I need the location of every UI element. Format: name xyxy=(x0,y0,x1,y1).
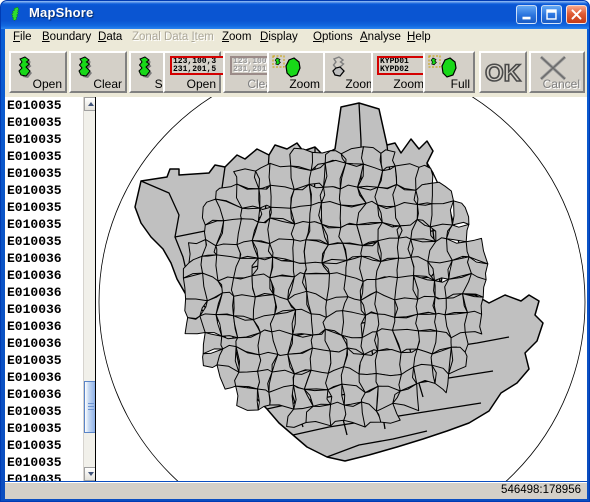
maximize-button[interactable] xyxy=(541,5,562,24)
list-item[interactable]: E010036 xyxy=(5,284,83,301)
list-item[interactable]: E010035 xyxy=(5,114,83,131)
list-item[interactable]: E010036 xyxy=(5,386,83,403)
ok-button[interactable]: OK xyxy=(479,51,527,93)
zone-polygon[interactable] xyxy=(374,349,402,377)
scroll-up-icon[interactable] xyxy=(84,97,95,111)
list-item[interactable]: E010035 xyxy=(5,148,83,165)
window-title: MapShore xyxy=(29,5,94,20)
list-item[interactable]: E010035 xyxy=(5,216,83,233)
zone-polygon[interactable] xyxy=(233,294,256,321)
scroll-down-icon[interactable] xyxy=(84,467,95,481)
menu-item-analyse[interactable]: Analyse xyxy=(359,31,402,46)
zone-polygon[interactable] xyxy=(413,363,436,385)
list-item[interactable]: E010036 xyxy=(5,318,83,335)
list-item[interactable]: E010035 xyxy=(5,233,83,250)
data-open-label: Open xyxy=(186,77,216,91)
kypd-line-2: KYPD02 xyxy=(380,64,409,74)
list-item[interactable]: E010035 xyxy=(5,437,83,454)
list-item[interactable]: E010035 xyxy=(5,454,83,471)
menu-item-display[interactable]: Display xyxy=(259,31,299,46)
menu-item-file[interactable]: File xyxy=(12,31,33,46)
list-item[interactable]: E010036 xyxy=(5,335,83,352)
zoom-zone-button[interactable]: KYPD01 KYPD02 Zoom xyxy=(371,51,429,93)
gb-map-icon xyxy=(10,6,20,21)
boundary-clear-button[interactable]: Clear xyxy=(69,51,127,93)
zone-polygon[interactable] xyxy=(415,295,437,315)
client-area: E010035 E010035 E010035 E010035 E010035 E0100… xyxy=(5,97,587,481)
menu-bar: File Boundary Data Zonal Data Item Zoom … xyxy=(5,29,587,48)
zoom-full-button[interactable]: Full xyxy=(423,51,475,93)
boundary-open-label: Open xyxy=(32,77,62,91)
svg-text:OK: OK xyxy=(485,60,522,87)
list-item[interactable]: E010036 xyxy=(5,267,83,284)
list-item[interactable]: E010036 xyxy=(5,301,83,318)
cancel-label: Cancel xyxy=(542,77,580,91)
list-item[interactable]: E010035 xyxy=(5,352,83,369)
zoom-window-label: Zoom xyxy=(289,77,320,91)
boundary-open-button[interactable]: Open xyxy=(9,51,67,93)
zone-polygon[interactable] xyxy=(258,184,273,209)
list-item[interactable]: E010035 xyxy=(5,165,83,182)
menu-item-data[interactable]: Data xyxy=(97,31,123,46)
list-item[interactable]: E010035 xyxy=(5,199,83,216)
list-item[interactable]: E010036 xyxy=(5,250,83,267)
coords-box-icon: 123,100,3 231,201,5 xyxy=(170,56,226,75)
menu-item-help[interactable]: Help xyxy=(406,31,432,46)
status-bar: 546498:178956 xyxy=(5,482,587,499)
application-window: MapShore File Boundary Data Zonal Data I… xyxy=(0,0,590,502)
list-item[interactable]: E010036 xyxy=(5,369,83,386)
menu-item-boundary[interactable]: Boundary xyxy=(41,31,92,46)
menu-item-zonal-data-item: Zonal Data Item xyxy=(132,31,214,43)
data-open-button[interactable]: 123,100,3 231,201,5 Open xyxy=(163,51,226,93)
kypd-box-icon: KYPD01 KYPD02 xyxy=(377,56,425,75)
minimize-button[interactable] xyxy=(516,5,537,24)
list-item[interactable]: E010035 xyxy=(5,420,83,437)
boundary-clear-label: Clear xyxy=(93,77,122,91)
coords-line-2: 231,201,5 xyxy=(173,64,217,74)
zoom-full-label: Full xyxy=(450,77,470,91)
zoom-window-button[interactable]: Zoom xyxy=(267,51,325,93)
title-bar: MapShore xyxy=(1,1,589,29)
list-item[interactable]: E010035 xyxy=(5,97,83,114)
toolbar: Open Clear Save 123,100,3 231,201,5 Open xyxy=(5,48,587,97)
menu-item-options[interactable]: Options xyxy=(312,31,354,46)
list-item[interactable]: E010035 xyxy=(5,471,83,481)
list-item[interactable]: E010035 xyxy=(5,403,83,420)
close-button[interactable] xyxy=(566,5,587,24)
zone-list-scrollbar[interactable] xyxy=(83,97,95,481)
menu-item-zoom[interactable]: Zoom xyxy=(221,31,252,46)
list-item[interactable]: E010035 xyxy=(5,182,83,199)
cancel-button: Cancel xyxy=(529,51,585,93)
map-canvas[interactable] xyxy=(97,97,587,481)
ok-icon: OK xyxy=(484,59,522,88)
status-coordinates: 546498:178956 xyxy=(501,484,581,496)
list-item[interactable]: E010035 xyxy=(5,131,83,148)
zone-polygon[interactable] xyxy=(394,297,419,318)
zone-list[interactable]: E010035 E010035 E010035 E010035 E010035 E0100… xyxy=(5,97,96,481)
scrollbar-thumb[interactable] xyxy=(84,381,95,433)
zone-polygon[interactable] xyxy=(235,385,259,411)
zone-polygon[interactable] xyxy=(320,201,342,228)
zoom-zone-label: Zoom xyxy=(393,77,424,91)
zone-polygon[interactable] xyxy=(464,310,483,335)
zone-polygon[interactable] xyxy=(429,200,454,228)
zone-polygon[interactable] xyxy=(377,237,400,262)
zone-list-items: E010035 E010035 E010035 E010035 E010035 E0100… xyxy=(5,97,83,481)
map-svg xyxy=(97,97,587,481)
